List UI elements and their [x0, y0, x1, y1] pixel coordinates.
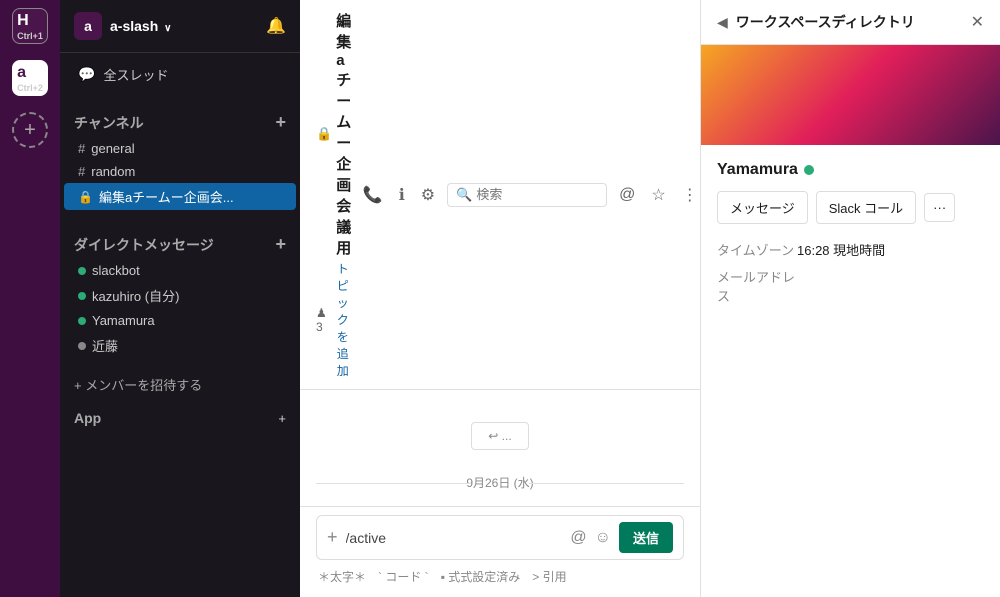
workspace-name[interactable]: a-slash ∨ — [110, 18, 266, 34]
send-button[interactable]: 送信 — [619, 522, 673, 553]
reply-button[interactable]: ↩ ... — [471, 422, 528, 450]
at-icon[interactable]: @ — [615, 182, 639, 208]
settings-icon[interactable]: ⚙ — [417, 181, 439, 209]
dm-section-header: ダイレクトメッセージ + — [60, 226, 300, 259]
sidebar-header: a a-slash ∨ 🔔 — [60, 0, 300, 53]
sidebar-item-general[interactable]: # general — [64, 137, 296, 160]
status-dot-gray — [78, 342, 86, 350]
channel-title: 🔒 編集aチームー企画会議用 — [316, 10, 359, 258]
profile-banner — [701, 45, 1000, 145]
sidebar-item-active-channel[interactable]: 🔒 編集aチームー企画会... — [64, 183, 296, 210]
channels-section-header: チャンネル + — [60, 104, 300, 137]
formatting-toolbar: ＊太字＊ ` コード ` ▪ 式式設定済み > 引用 — [316, 564, 684, 589]
add-topic-label[interactable]: トピックを追加 — [337, 260, 349, 379]
call-profile-button[interactable]: Slack コール — [816, 191, 916, 224]
workspace-avatar: a — [74, 12, 102, 40]
quote-format[interactable]: > 引用 — [532, 568, 566, 585]
chat-header: 🔒 編集aチームー企画会議用 ♟ 3 トピックを追加 📞 ℹ ⚙ 🔍 @ ☆ — [300, 0, 700, 390]
attach-button[interactable]: + — [327, 527, 338, 548]
at-mention-icon[interactable]: @ — [570, 529, 586, 547]
status-dot-green — [78, 292, 86, 300]
channel-sub-header: ♟ 3 トピックを追加 — [316, 260, 359, 379]
back-arrow-icon[interactable]: ◀ — [717, 14, 728, 31]
search-box[interactable]: 🔍 — [447, 183, 607, 207]
add-workspace-button[interactable]: + — [12, 112, 48, 148]
sidebar-item-all-threads[interactable]: 💬 全スレッド — [64, 61, 296, 88]
search-input[interactable] — [476, 187, 596, 202]
right-panel: ◀ ワークスペースディレクトリ ✕ Yamamura メッセージ Slack コ… — [700, 0, 1000, 597]
invite-members-button[interactable]: + メンバーを招待する — [74, 375, 286, 394]
notification-bell-icon[interactable]: 🔔 — [266, 16, 286, 36]
emoji-icon[interactable]: ☺ — [595, 529, 611, 547]
threads-icon: 💬 — [78, 66, 95, 83]
sidebar-item-yamamura[interactable]: Yamamura — [64, 309, 296, 332]
right-panel-header: ◀ ワークスペースディレクトリ ✕ — [701, 0, 1000, 45]
info-icon[interactable]: ℹ — [395, 181, 409, 209]
sidebar-item-random[interactable]: # random — [64, 160, 296, 183]
right-panel-content: Yamamura メッセージ Slack コール ··· タイムゾーン 16:2… — [701, 145, 1000, 597]
star-icon[interactable]: ☆ — [647, 181, 669, 209]
phone-icon[interactable]: 📞 — [359, 181, 387, 209]
add-channel-button[interactable]: + — [275, 112, 286, 133]
status-dot-green — [78, 317, 86, 325]
sidebar-item-kazuhiro[interactable]: kazuhiro (自分) — [64, 282, 296, 309]
messages-area: ↩ ... 9月26日 (水) 9月28日 (金) K kazuhiro 15:… — [300, 390, 700, 506]
lock-icon: 🔒 — [78, 190, 93, 204]
right-panel-title: ワークスペースディレクトリ — [736, 12, 971, 32]
status-dot-green — [78, 267, 86, 275]
sidebar-item-slackbot[interactable]: slackbot — [64, 259, 296, 282]
app-section: App + — [60, 402, 300, 434]
more-icon[interactable]: ⋮ — [678, 181, 702, 209]
bold-format[interactable]: ＊太字＊ — [318, 568, 366, 585]
sidebar-item-kondo[interactable]: 近藤 — [64, 332, 296, 359]
add-app-button[interactable]: + — [278, 411, 286, 426]
input-area: + @ ☺ 送信 ＊太字＊ ` コード ` ▪ 式式設定済み > 引用 — [300, 506, 700, 597]
date-divider-1: 9月26日 (水) — [316, 474, 684, 491]
hash-icon: # — [78, 141, 85, 156]
message-input[interactable] — [346, 530, 571, 546]
profile-email: メールアドレス — [717, 267, 984, 305]
profile-name: Yamamura — [717, 161, 984, 179]
profile-timezone: タイムゾーン 16:28 現地時間 — [717, 240, 984, 259]
hash-icon: # — [78, 164, 85, 179]
right-panel-nav: ◀ — [717, 14, 736, 31]
message-profile-button[interactable]: メッセージ — [717, 191, 808, 224]
close-panel-button[interactable]: ✕ — [971, 12, 984, 32]
workspace-icon-a[interactable]: a Ctrl+2 — [12, 60, 48, 96]
channel-lock-icon: 🔒 — [316, 126, 332, 142]
code-format[interactable]: ` コード ` — [378, 568, 429, 585]
message-input-box: + @ ☺ 送信 — [316, 515, 684, 560]
profile-actions: メッセージ Slack コール ··· — [717, 191, 984, 224]
search-icon: 🔍 — [456, 187, 472, 203]
preformat-format[interactable]: ▪ 式式設定済み — [441, 568, 521, 585]
more-profile-button[interactable]: ··· — [924, 193, 955, 222]
input-icons: @ ☺ — [570, 529, 611, 547]
profile-status-dot — [804, 165, 814, 175]
add-dm-button[interactable]: + — [275, 234, 286, 255]
workspace-icon-h[interactable]: H Ctrl+1 — [12, 8, 48, 44]
